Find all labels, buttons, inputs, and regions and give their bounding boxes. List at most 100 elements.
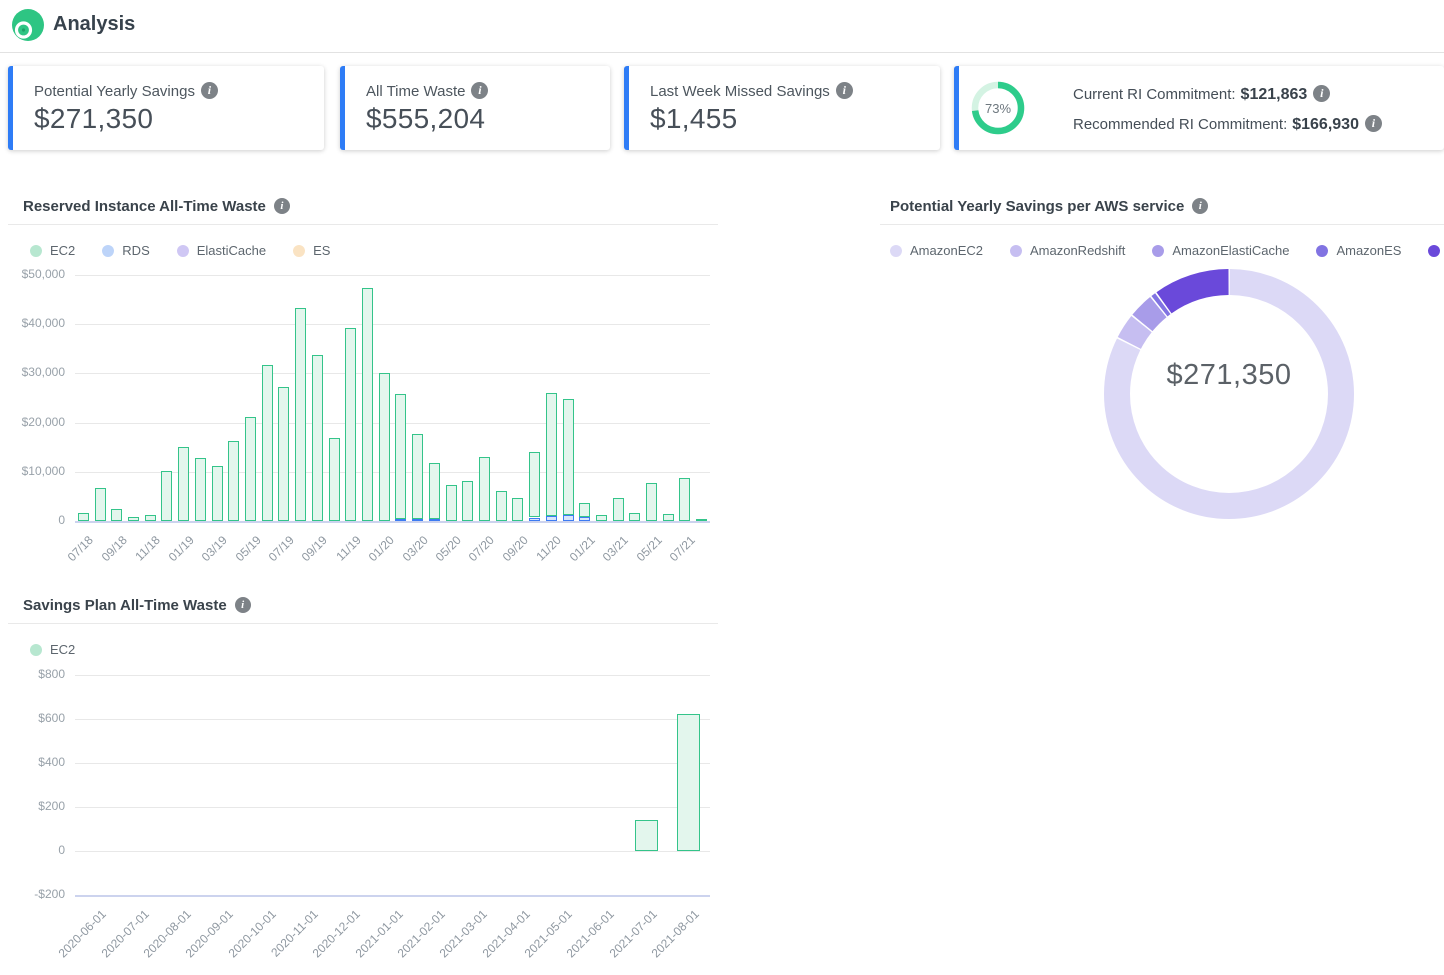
ri-coverage-gauge: 73% — [971, 81, 1025, 135]
bar-segment-ec2[interactable] — [329, 438, 340, 521]
legend-dot-icon — [30, 245, 42, 257]
bar-segment-rds[interactable] — [579, 517, 590, 521]
legend-item-ec2[interactable]: EC2 — [30, 243, 75, 258]
chart-legend: EC2 RDS ElastiCache ES — [30, 243, 357, 258]
bar-segment-ec2[interactable] — [95, 488, 106, 522]
bar-segment-ec2[interactable] — [563, 399, 574, 515]
bar-segment-rds[interactable] — [412, 519, 423, 521]
gridline — [75, 719, 710, 720]
bar-segment-ec2[interactable] — [379, 373, 390, 521]
y-axis-tick-label: 0 — [3, 843, 65, 857]
bar-segment-ec2[interactable] — [345, 328, 356, 521]
x-axis-tick-label: 11/18 — [121, 533, 163, 575]
bar-segment-ec2[interactable] — [395, 394, 406, 519]
bar-segment-ec2[interactable] — [462, 481, 473, 521]
legend-item-amazonec2[interactable]: AmazonEC2 — [890, 243, 983, 258]
bar-segment-ec2[interactable] — [228, 441, 239, 521]
bar-segment-ec2[interactable] — [496, 491, 507, 522]
bar-segment-ec2[interactable] — [629, 513, 640, 521]
bar-segment-ec2[interactable] — [312, 355, 323, 521]
bar-segment-ec2[interactable] — [161, 471, 172, 521]
gridline — [75, 807, 710, 808]
gauge-percent-label: 73% — [971, 101, 1025, 116]
bar-segment-ec2[interactable] — [295, 308, 306, 522]
donut-chart[interactable] — [1094, 259, 1364, 529]
divider — [8, 224, 718, 225]
sp-waste-chart-panel: Savings Plan All-Time Waste EC2 $800$600… — [8, 592, 718, 971]
legend-item-rds[interactable]: RDS — [102, 243, 149, 258]
bar-segment-ec2[interactable] — [278, 387, 289, 521]
legend-dot-icon — [890, 245, 902, 257]
bar-segment-ec2[interactable] — [429, 463, 440, 519]
bar-segment-ec2[interactable] — [479, 457, 490, 522]
x-axis-tick-label: 09/20 — [489, 533, 531, 575]
info-icon[interactable] — [201, 82, 218, 99]
bar-segment-ec2[interactable] — [128, 517, 139, 521]
bar-segment-ec2[interactable] — [362, 288, 373, 521]
bar-segment-ec2[interactable] — [613, 498, 624, 521]
bar-segment-rds[interactable] — [429, 519, 440, 521]
x-axis-tick-label: 07/19 — [255, 533, 297, 575]
bar-segment-ec2[interactable] — [677, 714, 700, 851]
y-axis-tick-label: $10,000 — [3, 464, 65, 478]
bar-segment-ec2[interactable] — [195, 458, 206, 522]
y-axis-tick-label: $40,000 — [3, 316, 65, 330]
bar-segment-ec2[interactable] — [245, 417, 256, 521]
bar-segment-ec2[interactable] — [262, 365, 273, 522]
bar-segment-ec2[interactable] — [596, 515, 607, 521]
bar-segment-rds[interactable] — [563, 515, 574, 521]
x-axis-tick-label: 01/19 — [155, 533, 197, 575]
legend-label: AmazonElastiCache — [1172, 243, 1289, 258]
info-icon[interactable] — [235, 597, 251, 613]
ri-waste-chart-panel: Reserved Instance All-Time Waste EC2RDSE… — [8, 193, 718, 588]
bar-segment-ec2[interactable] — [529, 452, 540, 518]
bar-segment-ec2[interactable] — [679, 478, 690, 521]
card-all-time-waste: All Time Waste $555,204 — [340, 66, 610, 150]
legend-item-elasticache[interactable]: ElastiCache — [177, 243, 266, 258]
info-icon[interactable] — [274, 198, 290, 214]
legend-item-amazonredshift[interactable]: AmazonRedshift — [1010, 243, 1125, 258]
bar-segment-rds[interactable] — [529, 518, 540, 521]
bar-segment-ec2[interactable] — [78, 513, 89, 521]
bar-segment-ec2[interactable] — [111, 509, 122, 521]
legend-item-amazonelasticache[interactable]: AmazonElastiCache — [1152, 243, 1289, 258]
bar-segment-ec2[interactable] — [446, 485, 457, 521]
bar-segment-ec2[interactable] — [663, 514, 674, 521]
legend-dot-icon — [177, 245, 189, 257]
x-axis-tick-label: 03/21 — [589, 533, 631, 575]
y-axis-tick-label: 0 — [3, 513, 65, 527]
bar-segment-ec2[interactable] — [178, 447, 189, 521]
legend-dot-icon — [30, 644, 42, 656]
bar-segment-ec2[interactable] — [412, 434, 423, 519]
info-icon[interactable] — [471, 82, 488, 99]
bar-segment-ec2[interactable] — [646, 483, 657, 521]
legend-item-es[interactable]: ES — [293, 243, 330, 258]
bar-segment-ec2[interactable] — [635, 820, 658, 851]
x-axis-tick-label: 07/21 — [656, 533, 698, 575]
bar-segment-ec2[interactable] — [696, 519, 707, 521]
x-axis-tick-label: 11/20 — [522, 533, 564, 575]
info-icon[interactable] — [836, 82, 853, 99]
bar-segment-rds[interactable] — [546, 516, 557, 521]
bar-segment-ec2[interactable] — [512, 498, 523, 521]
x-axis-tick-label: 05/19 — [222, 533, 264, 575]
gridline — [75, 324, 710, 325]
legend-dot-icon — [1428, 245, 1440, 257]
info-icon[interactable] — [1192, 198, 1208, 214]
bar-segment-ec2[interactable] — [145, 515, 156, 521]
x-axis-tick-label: 05/21 — [623, 533, 665, 575]
legend-item-amazones[interactable]: AmazonES — [1316, 243, 1401, 258]
bar-segment-ec2[interactable] — [546, 393, 557, 516]
bar-segment-ec2[interactable] — [579, 503, 590, 516]
app-logo-icon — [10, 8, 46, 44]
x-axis-line — [75, 521, 710, 523]
x-axis-tick-label: 05/20 — [422, 533, 464, 575]
legend-item-ec2[interactable]: EC2 — [30, 642, 75, 657]
legend-item-amazonrds[interactable]: AmazonRDS — [1428, 243, 1444, 258]
legend-label: AmazonRedshift — [1030, 243, 1125, 258]
bar-segment-rds[interactable] — [395, 519, 406, 522]
info-icon[interactable] — [1313, 85, 1330, 102]
info-icon[interactable] — [1365, 115, 1382, 132]
bar-segment-ec2[interactable] — [212, 466, 223, 521]
chart-legend: EC2 — [30, 642, 102, 657]
